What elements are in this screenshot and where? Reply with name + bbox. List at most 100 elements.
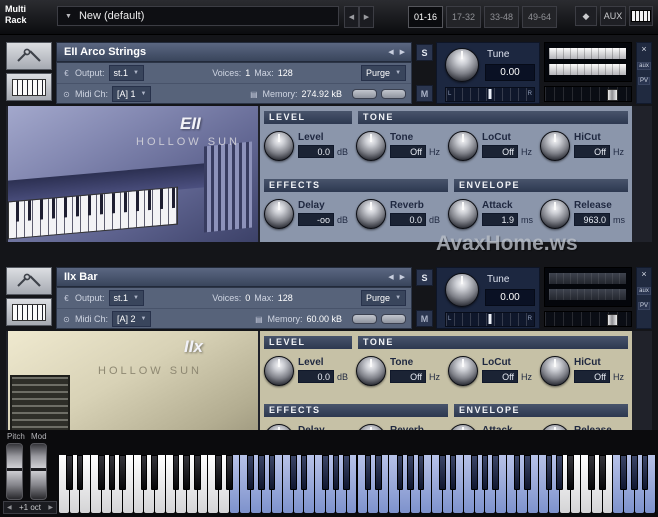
knob-hicut[interactable]: HiCut Off Hz — [540, 352, 632, 386]
knob-dial[interactable] — [356, 199, 386, 229]
knob-dial[interactable] — [264, 356, 294, 386]
midi-channel-select[interactable]: [A] 2 ▼ — [112, 311, 152, 327]
knob-dial[interactable] — [540, 356, 570, 386]
piano-black-key[interactable] — [151, 455, 158, 490]
output-select[interactable]: st.1 ▼ — [108, 65, 144, 81]
piano-black-key[interactable] — [119, 455, 126, 490]
prev-instrument-arrow[interactable]: ◀ — [388, 48, 393, 56]
volume-slider[interactable] — [544, 311, 632, 327]
purge-select[interactable]: Purge ▼ — [361, 65, 407, 81]
pv-button[interactable]: PV — [637, 77, 650, 85]
knob-dial[interactable] — [540, 199, 570, 229]
pan-slider[interactable]: L R — [445, 312, 535, 327]
edit-instrument-button[interactable] — [6, 42, 52, 70]
close-slot-button[interactable]: × — [641, 268, 646, 280]
pan-slider[interactable]: L R — [445, 87, 535, 102]
aux-sends-button[interactable]: aux — [637, 62, 651, 70]
pan-slider-thumb[interactable] — [488, 314, 492, 324]
midi-channel-select[interactable]: [A] 1 ▼ — [112, 86, 152, 102]
tab-slots-01-16[interactable]: 01-16 — [408, 6, 443, 28]
piano-black-key[interactable] — [76, 455, 84, 490]
knob-dial[interactable] — [264, 131, 294, 161]
octave-up-arrow[interactable]: ▶ — [48, 504, 53, 511]
purge-select[interactable]: Purge ▼ — [361, 290, 407, 306]
piano-black-key[interactable] — [268, 455, 276, 490]
tab-slots-17-32[interactable]: 17-32 — [446, 6, 481, 28]
solo-button[interactable]: S — [416, 44, 433, 61]
mod-wheel[interactable] — [30, 443, 47, 500]
next-preset-button[interactable]: ▶ — [359, 6, 374, 28]
aux-view-button[interactable]: AUX — [600, 6, 626, 26]
piano-black-key[interactable] — [631, 455, 638, 490]
ni-logo-button[interactable]: ◆ — [575, 6, 597, 26]
piano-black-key[interactable] — [588, 455, 596, 490]
piano-black-key[interactable] — [172, 455, 180, 490]
knob-level[interactable]: Level 0.0 dB — [264, 127, 356, 161]
tune-knob[interactable] — [445, 48, 479, 82]
knob-dial[interactable] — [448, 131, 478, 161]
midi-keyboard-button[interactable] — [6, 298, 52, 326]
piano-black-key[interactable] — [449, 455, 457, 490]
knob-dial[interactable] — [264, 199, 294, 229]
mute-button[interactable]: M — [416, 85, 433, 102]
knob-dial[interactable] — [448, 356, 478, 386]
piano-black-key[interactable] — [247, 455, 254, 490]
volume-slider-thumb[interactable] — [607, 314, 618, 326]
piano-black-key[interactable] — [332, 455, 340, 490]
close-slot-button[interactable]: × — [641, 43, 646, 55]
knob-dial[interactable] — [356, 356, 386, 386]
piano-black-key[interactable] — [396, 455, 404, 490]
piano-black-key[interactable] — [183, 455, 190, 490]
piano-black-key[interactable] — [289, 455, 297, 490]
piano-black-key[interactable] — [471, 455, 478, 490]
piano-black-key[interactable] — [641, 455, 649, 490]
knob-dial[interactable] — [540, 131, 570, 161]
knob-attack[interactable]: Attack 1.9 ms — [448, 195, 540, 229]
tune-knob[interactable] — [445, 273, 479, 307]
knob-tone[interactable]: Tone Off Hz — [356, 127, 448, 161]
instrument-header[interactable]: EII Arco Strings ◀ ▶ — [56, 42, 412, 62]
piano-black-key[interactable] — [215, 455, 222, 490]
piano-black-key[interactable] — [492, 455, 500, 490]
piano-black-key[interactable] — [364, 455, 372, 490]
solo-button[interactable]: S — [416, 269, 433, 286]
next-instrument-arrow[interactable]: ▶ — [400, 273, 405, 281]
piano-black-key[interactable] — [321, 455, 329, 490]
mute-button[interactable]: M — [416, 310, 433, 327]
octave-shift-control[interactable]: ◀ +1 oct ▶ — [3, 501, 57, 514]
knob-delay[interactable]: Delay -oo dB — [264, 195, 356, 229]
knob-release[interactable]: Release 963.0 ms — [540, 195, 632, 229]
knob-dial[interactable] — [448, 199, 478, 229]
piano-black-key[interactable] — [556, 455, 564, 490]
knob-level[interactable]: Level 0.0 dB — [264, 352, 356, 386]
piano-black-key[interactable] — [567, 455, 574, 490]
pan-slider-thumb[interactable] — [488, 89, 492, 99]
piano-black-key[interactable] — [66, 455, 73, 490]
piano-black-key[interactable] — [620, 455, 627, 490]
piano-black-key[interactable] — [98, 455, 105, 490]
piano-keyboard[interactable] — [59, 455, 656, 513]
next-instrument-arrow[interactable]: ▶ — [400, 48, 405, 56]
piano-black-key[interactable] — [407, 455, 414, 490]
prev-preset-button[interactable]: ◀ — [344, 6, 359, 28]
octave-down-arrow[interactable]: ◀ — [7, 504, 12, 511]
piano-black-key[interactable] — [375, 455, 382, 490]
prev-instrument-arrow[interactable]: ◀ — [388, 273, 393, 281]
piano-black-key[interactable] — [545, 455, 553, 490]
piano-black-key[interactable] — [524, 455, 532, 490]
piano-black-key[interactable] — [481, 455, 489, 490]
piano-black-key[interactable] — [300, 455, 308, 490]
piano-black-key[interactable] — [193, 455, 201, 490]
piano-black-key[interactable] — [108, 455, 116, 490]
instrument-header[interactable]: IIx Bar ◀ ▶ — [56, 267, 412, 287]
pv-button[interactable]: PV — [637, 302, 650, 310]
piano-black-key[interactable] — [343, 455, 350, 490]
knob-reverb[interactable]: Reverb 0.0 dB — [356, 195, 448, 229]
knob-hicut[interactable]: HiCut Off Hz — [540, 127, 632, 161]
tab-slots-49-64[interactable]: 49-64 — [522, 6, 557, 28]
knob-locut[interactable]: LoCut Off Hz — [448, 352, 540, 386]
keyboard-view-button[interactable] — [629, 6, 653, 26]
volume-slider-thumb[interactable] — [607, 89, 618, 101]
piano-black-key[interactable] — [417, 455, 425, 490]
output-select[interactable]: st.1 ▼ — [108, 290, 144, 306]
